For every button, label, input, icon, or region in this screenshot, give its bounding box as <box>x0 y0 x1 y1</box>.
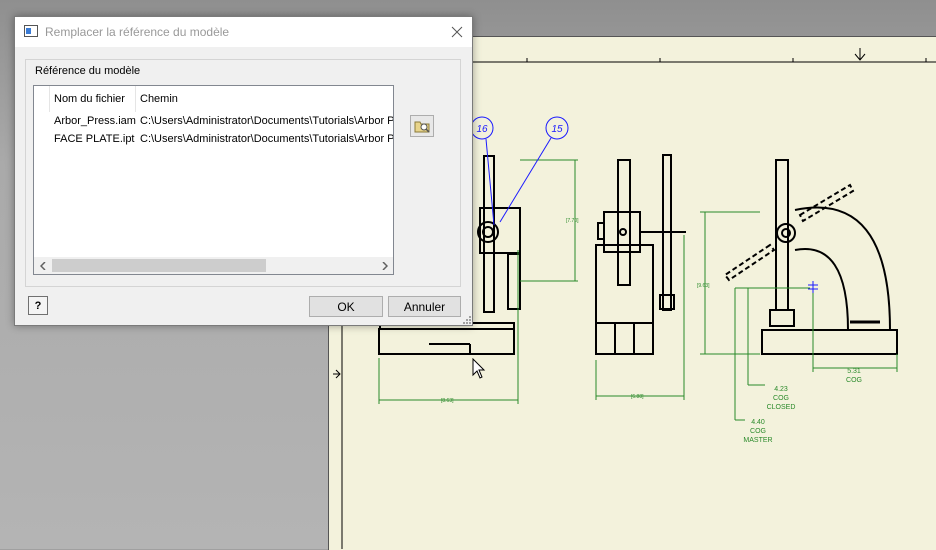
dialog-title: Remplacer la référence du modèle <box>45 25 230 39</box>
dimension-label: [6.88] <box>631 394 644 400</box>
scroll-thumb[interactable] <box>52 259 266 272</box>
dialog-titlebar[interactable]: Remplacer la référence du modèle <box>15 17 472 47</box>
close-icon <box>451 26 463 38</box>
horizontal-scrollbar[interactable] <box>34 257 393 274</box>
dimension-label: [8.63] <box>441 398 454 404</box>
balloon-15[interactable]: 15 <box>499 116 569 223</box>
cog-label: COG <box>846 377 862 384</box>
side-view <box>595 154 686 355</box>
column-header-filename[interactable]: Nom du fichier <box>50 86 136 112</box>
help-icon: ? <box>34 299 42 312</box>
browse-folder-icon <box>414 121 430 133</box>
cog-closed-label: CLOSED <box>767 404 796 411</box>
file-path: C:\Users\Administrator\Documents\Tutoria… <box>140 115 394 127</box>
cog-marker <box>808 281 818 293</box>
arrow-down-marker <box>854 48 866 61</box>
dialog-app-icon <box>24 25 38 37</box>
dimension-label: [9.63] <box>697 283 710 289</box>
svg-text:16: 16 <box>476 124 488 135</box>
cog-closed-value: 4.23 <box>774 386 788 393</box>
dimension-label: [7.70] <box>566 218 579 224</box>
browse-button[interactable] <box>410 115 434 137</box>
model-reference-list[interactable]: Nom du fichier Chemin Arbor_Press.iam C:… <box>33 85 394 275</box>
chevron-left-icon <box>39 261 46 270</box>
resize-grip-icon[interactable] <box>463 316 471 324</box>
arrow-right-marker <box>333 369 341 379</box>
cog-closed-label: COG <box>773 395 789 402</box>
help-button[interactable]: ? <box>28 296 48 315</box>
file-path: C:\Users\Administrator\Documents\Tutoria… <box>140 133 394 145</box>
mouse-cursor-icon <box>472 358 486 379</box>
list-item[interactable]: Arbor_Press.iam C:\Users\Administrator\D… <box>50 112 394 130</box>
header-spacer <box>34 86 50 112</box>
file-name: FACE PLATE.ipt <box>54 133 135 145</box>
ok-button[interactable]: OK <box>309 296 383 317</box>
cog-value: 5.31 <box>847 368 861 375</box>
file-name: Arbor_Press.iam <box>54 115 136 127</box>
scroll-right-button[interactable] <box>376 257 393 274</box>
chevron-right-icon <box>381 261 388 270</box>
list-item[interactable]: FACE PLATE.ipt C:\Users\Administrator\Do… <box>50 130 394 148</box>
section-view <box>723 159 898 355</box>
column-header-path[interactable]: Chemin <box>136 86 393 112</box>
cog-master-label: COG <box>750 428 766 435</box>
close-button[interactable] <box>442 17 472 47</box>
cog-master-label: MASTER <box>743 437 772 444</box>
svg-text:15: 15 <box>551 124 563 135</box>
cog-master-value: 4.40 <box>751 419 765 426</box>
replace-model-reference-dialog: Remplacer la référence du modèle Référen… <box>14 16 473 326</box>
cancel-button[interactable]: Annuler <box>388 296 461 317</box>
group-label: Référence du modèle <box>35 65 141 77</box>
scroll-left-button[interactable] <box>34 257 51 274</box>
